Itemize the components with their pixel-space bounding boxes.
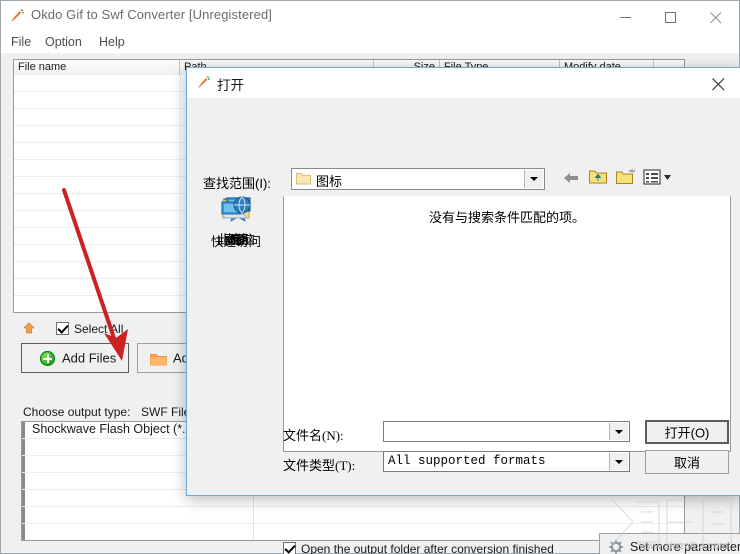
open-output-folder-label: Open the output folder after conversion … xyxy=(301,542,554,554)
orange-folder-icon xyxy=(150,352,167,366)
dialog-close-button[interactable] xyxy=(696,68,740,98)
window-title: Okdo Gif to Swf Converter [Unregistered] xyxy=(31,7,272,22)
places-bar: 快速访问 桌面 库 此电脑 网络 xyxy=(197,196,275,452)
new-folder-icon xyxy=(615,169,637,190)
view-menu-icon xyxy=(643,169,673,190)
column-divider xyxy=(180,75,181,312)
file-type-value: All supported formats xyxy=(388,454,546,468)
screenshot-root: Okdo Gif to Swf Converter [Unregistered]… xyxy=(0,0,740,554)
back-icon xyxy=(561,173,581,192)
close-button[interactable] xyxy=(694,1,739,31)
menu-file[interactable]: File xyxy=(7,34,35,50)
chevron-down-icon[interactable] xyxy=(609,423,628,440)
look-in-combo[interactable]: 图标 xyxy=(291,168,545,190)
open-output-folder-checkbox[interactable] xyxy=(283,542,296,554)
close-icon xyxy=(710,12,722,24)
app-carrot-icon xyxy=(196,75,211,90)
open-button[interactable]: 打开(O) xyxy=(645,420,729,444)
close-icon xyxy=(712,78,725,91)
menu-bar: File Option Help xyxy=(1,31,739,53)
move-up-icon[interactable] xyxy=(21,321,37,337)
minimize-button[interactable] xyxy=(604,1,649,31)
select-all-checkbox[interactable] xyxy=(56,322,69,335)
maximize-icon xyxy=(665,12,676,23)
maximize-button[interactable] xyxy=(649,1,694,31)
new-folder-button[interactable] xyxy=(615,168,637,190)
look-in-value: 图标 xyxy=(316,174,343,189)
chevron-down-icon[interactable] xyxy=(609,453,628,470)
file-type-label: 文件类型(T): xyxy=(283,458,356,473)
list-item[interactable] xyxy=(22,524,684,540)
list-item-label: Shockwave Flash Object (*.s xyxy=(32,422,192,436)
chevron-down-icon[interactable] xyxy=(524,170,543,188)
back-button[interactable] xyxy=(561,168,583,190)
menu-help[interactable]: Help xyxy=(95,34,129,50)
file-name-label: 文件名(N): xyxy=(283,428,344,443)
add-files-label: Add Files xyxy=(62,350,117,366)
up-folder-icon xyxy=(588,170,608,190)
gear-icon xyxy=(608,539,624,554)
cancel-button[interactable]: 取消 xyxy=(645,450,729,474)
watermark-text: www.xiazaiba.com xyxy=(639,541,728,552)
output-type-caption: Choose output type: xyxy=(23,405,131,419)
column-file-name[interactable]: File name xyxy=(14,60,180,75)
menu-option[interactable]: Option xyxy=(41,34,86,50)
open-button-label: 打开(O) xyxy=(664,425,710,441)
up-one-level-button[interactable] xyxy=(588,168,610,190)
place-label: 网络 xyxy=(223,233,249,247)
open-file-dialog: 打开 查找范围(I): 图标 快速访问 桌面 库 此电脑 网络 没有与搜索条件匹… xyxy=(186,67,740,496)
dialog-file-area[interactable]: 没有与搜索条件匹配的项。 xyxy=(283,196,731,452)
place-network[interactable]: 网络 xyxy=(197,196,275,247)
dialog-title-bar: 打开 xyxy=(187,68,740,98)
list-item[interactable] xyxy=(22,507,684,524)
select-all-label: Select All xyxy=(74,322,124,336)
view-menu-button[interactable] xyxy=(643,168,673,190)
title-bar: Okdo Gif to Swf Converter [Unregistered] xyxy=(1,1,739,32)
cancel-button-label: 取消 xyxy=(673,455,700,471)
minimize-icon xyxy=(620,17,631,18)
green-plus-icon xyxy=(40,351,55,366)
add-files-button[interactable]: Add Files xyxy=(21,343,129,373)
file-name-input[interactable] xyxy=(383,421,630,442)
look-in-label: 查找范围(I): xyxy=(203,176,271,191)
file-type-select[interactable]: All supported formats xyxy=(383,451,630,472)
output-type-value: SWF File xyxy=(141,405,191,419)
dialog-title: 打开 xyxy=(217,78,244,93)
app-carrot-icon xyxy=(9,8,25,24)
folder-icon xyxy=(296,172,311,185)
empty-results-message: 没有与搜索条件匹配的项。 xyxy=(428,210,585,225)
network-icon xyxy=(197,196,275,227)
